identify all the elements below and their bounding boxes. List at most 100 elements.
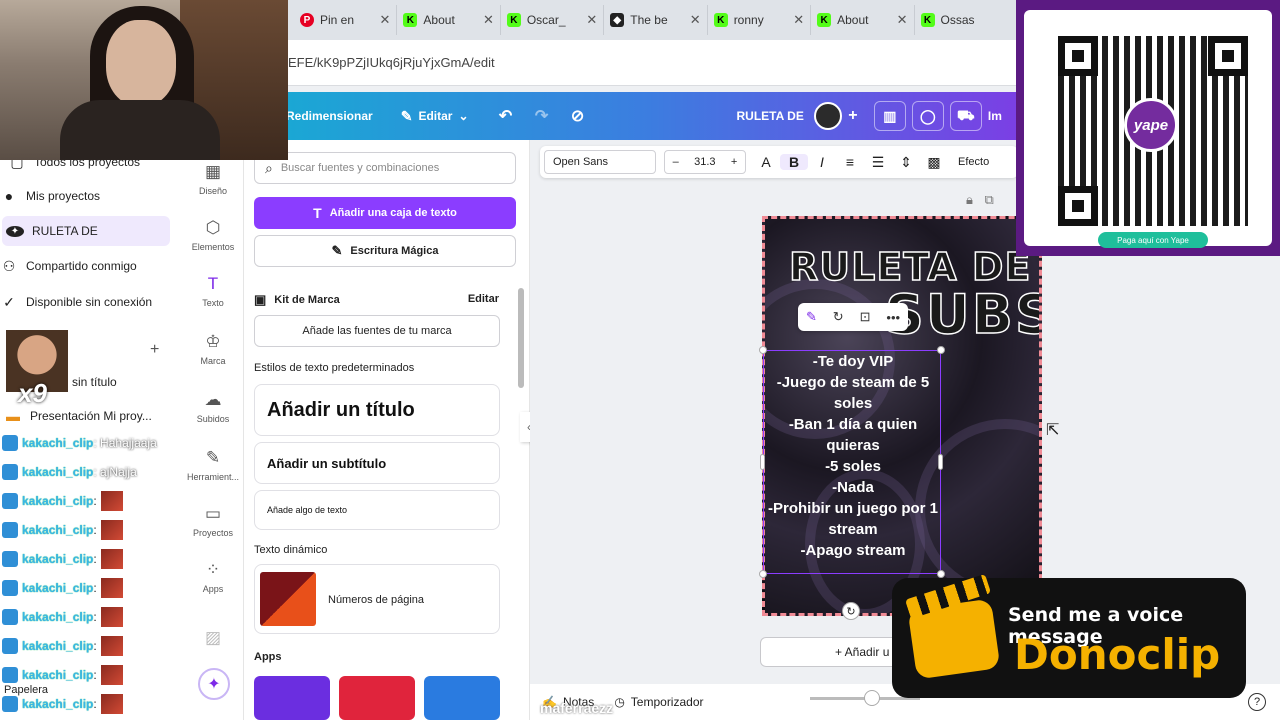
browser-tab[interactable]: K Oscar_ ✕ xyxy=(501,5,605,35)
sidebar-item-trash[interactable]: Papelera xyxy=(4,684,48,696)
rotate-handle-icon[interactable]: ↻ xyxy=(842,602,860,620)
lock-icon[interactable]: ⊡ xyxy=(860,309,871,325)
sidebar-item-shared[interactable]: ⚇ Compartido conmigo xyxy=(0,256,137,276)
browser-tab[interactable]: K About ✕ xyxy=(397,5,501,35)
brand-edit-link[interactable]: Editar xyxy=(468,293,499,305)
chat-message: kakachi_clip: Hahajjaaja xyxy=(2,432,157,454)
add-textbox-button[interactable]: T Añadir una caja de texto xyxy=(254,197,516,229)
plus-icon[interactable]: + xyxy=(731,156,737,168)
undo-icon[interactable]: ↶ xyxy=(491,101,521,131)
rail-item-projects[interactable]: ▭ Proyectos xyxy=(184,504,242,538)
redo-icon[interactable]: ↷ xyxy=(527,101,557,131)
rail-item-brand[interactable]: ♔ Marca xyxy=(184,332,242,366)
add-title-card[interactable]: Añadir un título xyxy=(254,384,500,436)
cloud-saved-icon[interactable]: ⊘ xyxy=(563,101,593,131)
rail-item-apps[interactable]: ⁘ Apps xyxy=(184,560,242,594)
side-handle[interactable] xyxy=(760,454,765,470)
transparency-icon[interactable]: ▩ xyxy=(920,154,948,171)
text-panel: ⌕ Buscar fuentes y combinaciones T Añadir … xyxy=(244,140,530,720)
rail-label: Subidos xyxy=(196,414,230,424)
chat-username: kakachi_clip xyxy=(22,639,94,653)
chat-username: kakachi_clip xyxy=(22,523,94,537)
minus-icon[interactable]: – xyxy=(673,156,679,168)
add-subtitle-card[interactable]: Añadir un subtítulo xyxy=(254,442,500,484)
resize-handle[interactable] xyxy=(759,346,767,354)
rail-item-more[interactable]: ▨ xyxy=(184,628,242,652)
lock-icon[interactable]: 🔒︎ xyxy=(966,192,973,207)
sidebar-item-ruleta[interactable]: ✦ RULETA DE xyxy=(2,216,170,246)
font-family-select[interactable]: Open Sans xyxy=(544,150,656,174)
comment-icon[interactable]: ◯ xyxy=(911,101,944,131)
rail-item-design[interactable]: ▦ Diseño xyxy=(184,162,242,196)
app-tile[interactable] xyxy=(424,676,500,720)
rail-label: Proyectos xyxy=(192,528,234,538)
rail-label: Apps xyxy=(202,584,224,594)
present-icon[interactable]: ⛟ xyxy=(949,101,982,131)
resize-button[interactable]: Redimensionar xyxy=(286,109,373,123)
list-icon[interactable]: ☰ xyxy=(864,154,892,171)
sidebar-item-presentation[interactable]: ▬ Presentación Mi proy... xyxy=(4,406,152,426)
app-tile[interactable] xyxy=(339,676,415,720)
browser-tab[interactable]: K About ✕ xyxy=(811,5,915,35)
close-icon[interactable]: ✕ xyxy=(380,12,391,28)
timer-button[interactable]: ◷ Temporizador xyxy=(614,695,703,709)
magic-edit-icon[interactable]: ✎ xyxy=(806,309,817,325)
side-handle[interactable] xyxy=(938,454,943,470)
timer-icon: ◷ xyxy=(614,695,625,709)
align-center-icon[interactable]: ≡ xyxy=(836,154,864,170)
qr-finder xyxy=(1058,186,1098,226)
help-icon[interactable]: ? xyxy=(1248,693,1266,711)
refresh-icon[interactable]: ↻ xyxy=(833,309,844,325)
avatar[interactable] xyxy=(813,102,842,130)
resize-handle[interactable] xyxy=(937,346,945,354)
browser-tab[interactable]: ◆ The be ✕ xyxy=(604,5,708,35)
close-icon[interactable]: ✕ xyxy=(586,12,597,28)
bold-icon[interactable]: B xyxy=(780,154,808,170)
emote-icon xyxy=(100,520,123,540)
browser-tab[interactable]: Kronny ✕ xyxy=(708,5,812,35)
app-tile[interactable] xyxy=(254,676,330,720)
close-icon[interactable]: ✕ xyxy=(690,12,701,28)
add-folder-button[interactable]: + xyxy=(150,340,159,360)
panel-scrollbar[interactable] xyxy=(518,288,524,388)
browser-tab[interactable]: P Pin en ✕ xyxy=(294,5,398,35)
add-brand-fonts-button[interactable]: Añade las fuentes de tu marca xyxy=(254,315,500,347)
magic-sparkle-button[interactable]: ✦ xyxy=(198,668,230,700)
browser-tab[interactable]: K Ossas xyxy=(915,5,1018,35)
text-color-icon[interactable]: A xyxy=(752,154,780,170)
share-button[interactable]: Im xyxy=(988,109,1002,123)
font-size-value[interactable]: 31.3 xyxy=(694,156,715,168)
rail-item-text[interactable]: T Texto xyxy=(184,274,242,308)
more-icon[interactable]: ••• xyxy=(886,310,900,325)
close-icon[interactable]: ✕ xyxy=(483,12,494,28)
close-icon[interactable]: ✕ xyxy=(793,12,804,28)
resize-handle[interactable] xyxy=(759,570,767,578)
close-icon[interactable]: ✕ xyxy=(897,12,908,28)
rail-item-tools[interactable]: ✎ Herramient... xyxy=(184,448,242,482)
font-search-input[interactable]: ⌕ Buscar fuentes y combinaciones xyxy=(254,152,516,184)
address-bar[interactable]: EFE/kK9pPZjIUkq6jRjuYjxGmA/edit xyxy=(288,40,1018,86)
rail-item-uploads[interactable]: ☁ Subidos xyxy=(184,390,242,424)
sidebar-item-untitled[interactable]: sin título xyxy=(72,372,117,392)
insights-icon[interactable]: ▥ xyxy=(873,101,906,131)
resize-handle[interactable] xyxy=(937,570,945,578)
tab-title: ronny xyxy=(733,13,764,27)
magic-write-button[interactable]: ✎ Escritura Mágica xyxy=(254,235,516,267)
chat-message: kakachi_clip: xyxy=(2,490,123,512)
copy-icon[interactable]: ⧉ xyxy=(985,192,994,207)
design-title-line2[interactable]: SUBS xyxy=(884,282,1039,347)
sidebar-item-offline[interactable]: ✓ Disponible sin conexión xyxy=(0,292,152,312)
user-badge-icon xyxy=(2,493,18,509)
font-size-stepper[interactable]: – 31.3 + xyxy=(664,150,746,174)
sidebar-item-my-projects[interactable]: ● Mis proyectos xyxy=(0,186,100,206)
rail-item-elements[interactable]: ⬡ Elementos xyxy=(184,218,242,252)
spacing-icon[interactable]: ⇕ xyxy=(892,154,920,171)
zoom-slider-knob[interactable] xyxy=(864,690,880,706)
document-title[interactable]: RULETA DE xyxy=(737,109,804,123)
people-icon: ⚇ xyxy=(2,257,16,274)
plus-icon[interactable]: + xyxy=(842,105,864,127)
effects-button[interactable]: Efecto xyxy=(958,156,989,168)
edit-menu-button[interactable]: ✎ Editar ⌄ xyxy=(401,108,469,125)
italic-icon[interactable]: I xyxy=(808,154,836,170)
add-body-text-card[interactable]: Añade algo de texto xyxy=(254,490,500,530)
